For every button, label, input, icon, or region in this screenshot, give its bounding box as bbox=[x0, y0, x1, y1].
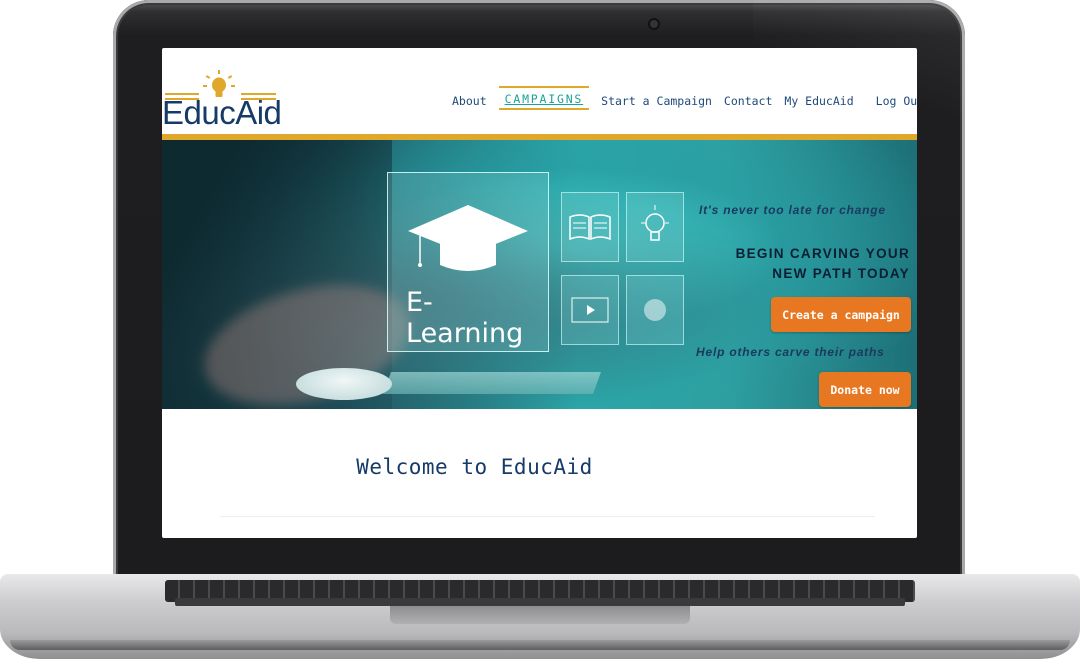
graduation-cap-icon bbox=[408, 205, 528, 271]
laptop-base-lip bbox=[10, 640, 1070, 650]
hero-headline-line1: BEGIN CARVING YOUR bbox=[735, 246, 910, 261]
logo-wordmark: EducAid bbox=[162, 94, 282, 131]
open-book-icon bbox=[569, 214, 611, 241]
hero-banner: E-Learning It's never too late for chang… bbox=[162, 140, 917, 409]
welcome-heading: Welcome to EducAid bbox=[356, 455, 593, 479]
browser-screen: EducAid About CAMPAIGNS Start a Campaign… bbox=[162, 48, 917, 538]
nav-logout[interactable]: Log Out bbox=[876, 94, 917, 108]
site-header: EducAid About CAMPAIGNS Start a Campaign… bbox=[162, 64, 917, 134]
main-nav: About CAMPAIGNS Start a Campaign Contact… bbox=[452, 86, 917, 114]
idea-bulb-icon bbox=[641, 205, 669, 241]
play-icon bbox=[571, 297, 609, 323]
nav-contact[interactable]: Contact bbox=[724, 94, 772, 108]
elearning-card: E-Learning bbox=[387, 172, 549, 352]
tile-book bbox=[561, 192, 619, 262]
nav-start-campaign[interactable]: Start a Campaign bbox=[601, 94, 712, 108]
browser-top-strip bbox=[162, 48, 917, 65]
content-divider bbox=[220, 516, 875, 517]
donate-now-button[interactable]: Donate now bbox=[819, 372, 911, 407]
nav-campaigns[interactable]: CAMPAIGNS bbox=[498, 86, 590, 110]
tile-globe bbox=[626, 275, 684, 345]
hero-mouse bbox=[296, 368, 392, 400]
globe-icon bbox=[644, 299, 666, 321]
laptop-trackpad bbox=[390, 606, 690, 624]
hero-tagline-bottom: Help others carve their paths bbox=[696, 345, 885, 359]
hero-tagline-top: It's never too late for change bbox=[699, 203, 886, 217]
site-logo[interactable]: EducAid bbox=[162, 70, 282, 134]
nav-about[interactable]: About bbox=[452, 94, 487, 108]
hero-keyboard bbox=[382, 372, 602, 394]
tile-video bbox=[561, 275, 619, 345]
nav-my-educaid[interactable]: My EducAid bbox=[784, 94, 853, 108]
elearning-label: E-Learning bbox=[406, 287, 524, 349]
tile-idea bbox=[626, 192, 684, 262]
webcam-icon bbox=[650, 20, 658, 28]
create-campaign-button[interactable]: Create a campaign bbox=[771, 297, 911, 332]
hero-headline: BEGIN CARVING YOUR NEW PATH TODAY bbox=[722, 244, 910, 284]
hero-headline-line2: NEW PATH TODAY bbox=[772, 266, 910, 281]
laptop-keyboard-row bbox=[175, 598, 905, 606]
